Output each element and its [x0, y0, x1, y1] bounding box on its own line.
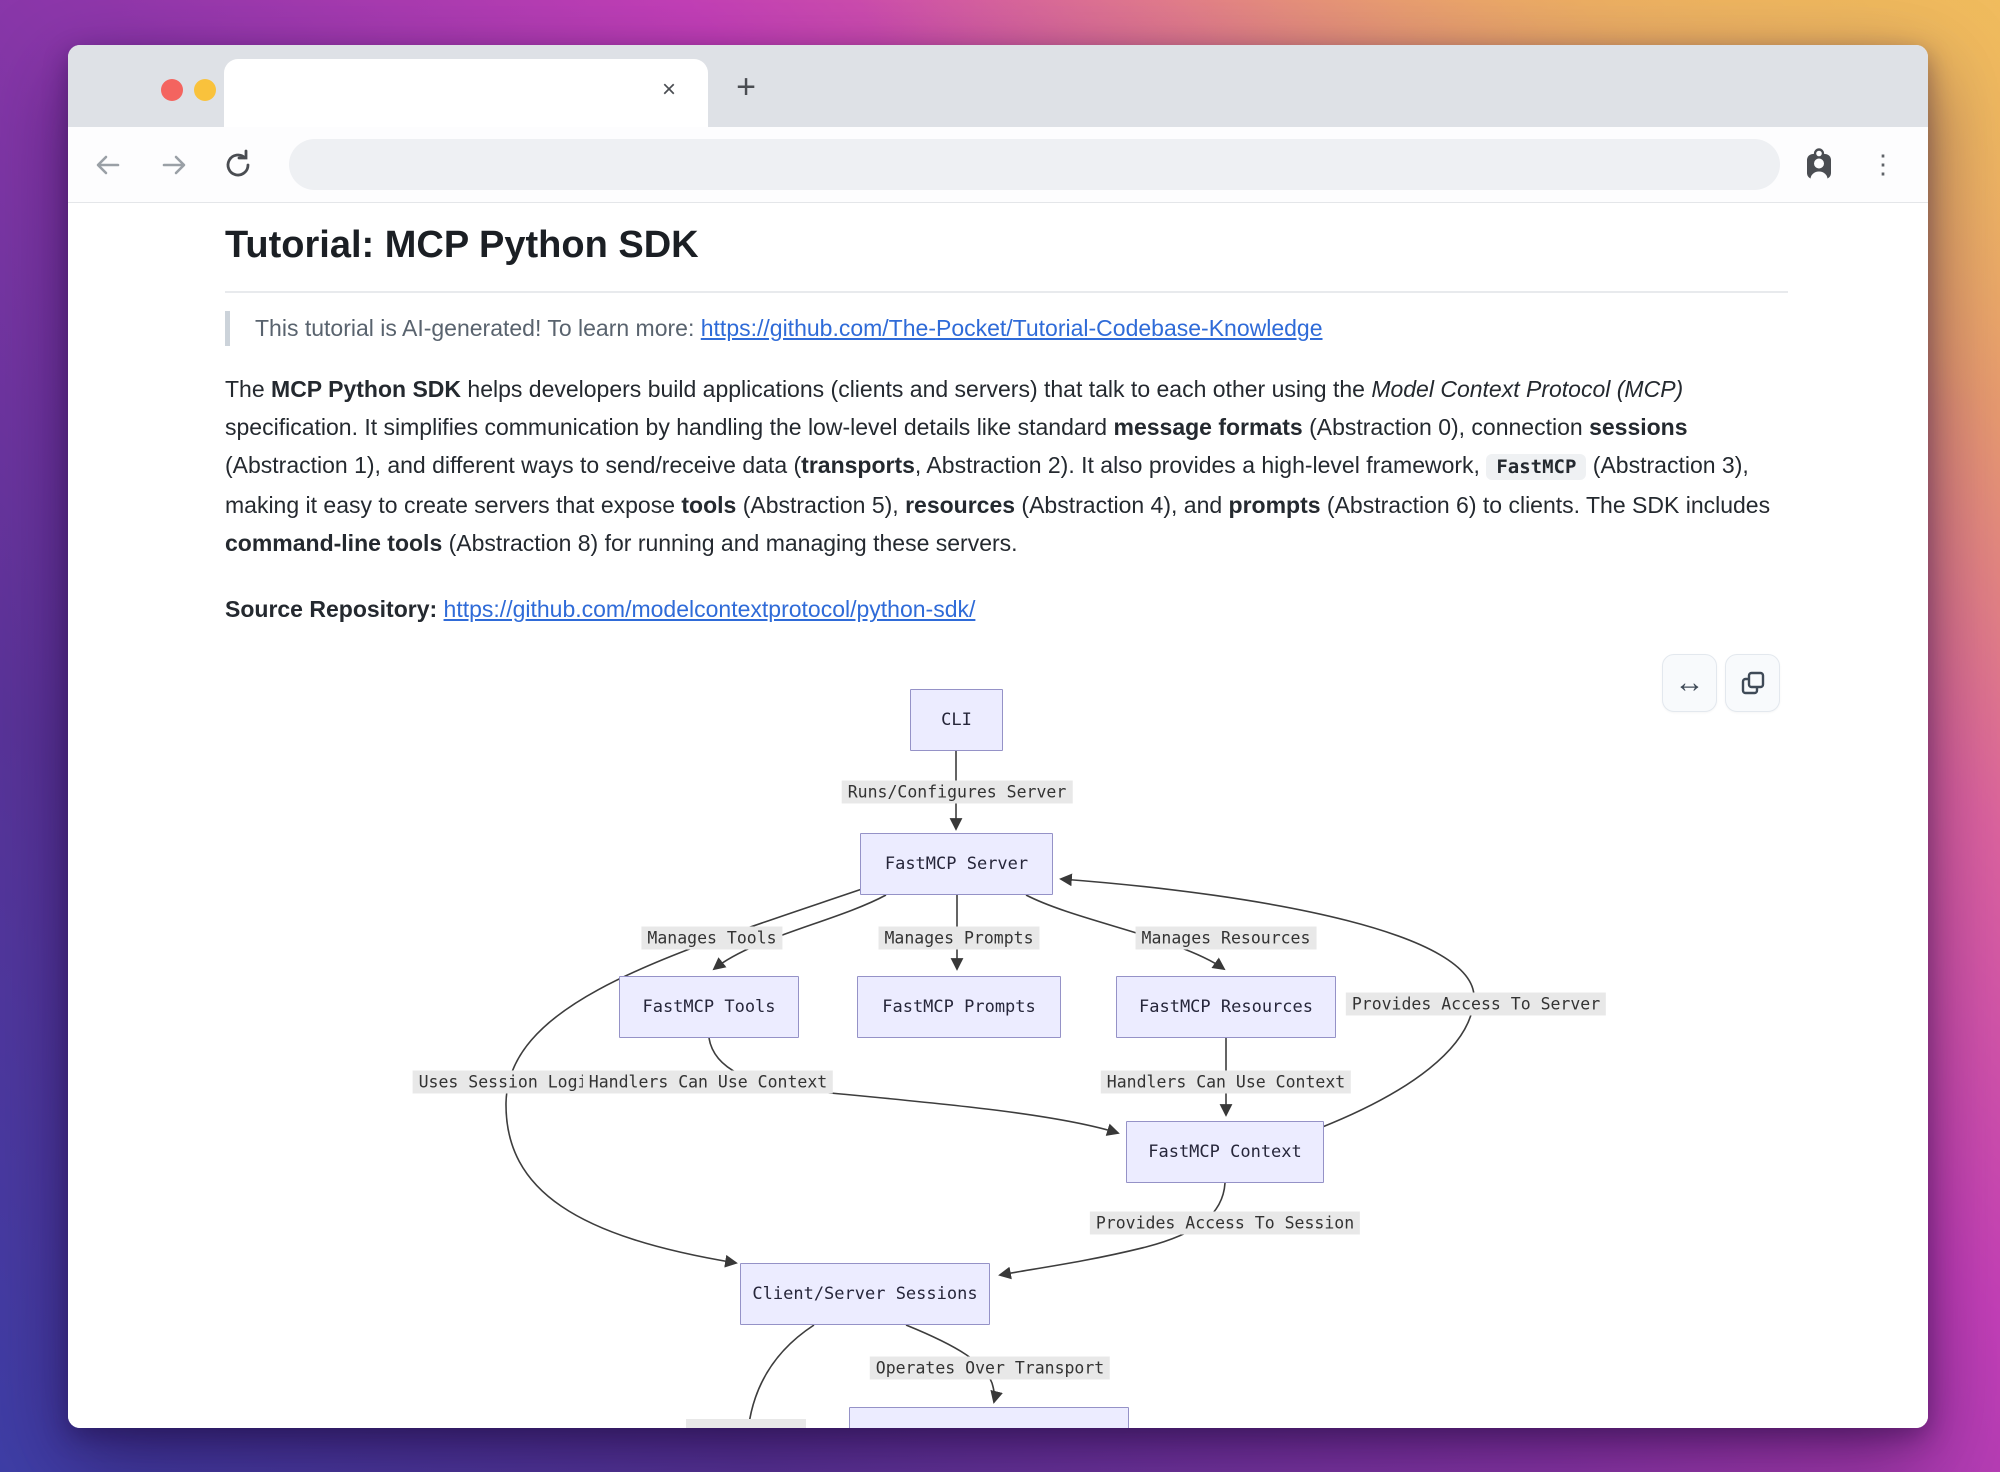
edge-sessions-left-down	[748, 1325, 814, 1428]
diagram-node-fastmcp-prompts: FastMCP Prompts	[857, 976, 1061, 1038]
edge-tools-context	[709, 1038, 1118, 1133]
intro-paragraph: The MCP Python SDK helps developers buil…	[225, 370, 1788, 562]
page-title: Tutorial: MCP Python SDK	[225, 221, 1788, 269]
reload-icon	[222, 149, 254, 181]
edge-label-handlers-can-use-context-left: Handlers Can Use Context	[583, 1071, 833, 1094]
diagram-node-fastmcp-context: FastMCP Context	[1126, 1121, 1324, 1183]
profile-badge-icon	[1802, 148, 1836, 182]
tutorial-codebase-link[interactable]: https://github.com/The-Pocket/Tutorial-C…	[701, 315, 1323, 341]
node-label: FastMCP Context	[1148, 1142, 1302, 1162]
back-button[interactable]	[90, 147, 126, 183]
back-arrow-icon	[93, 150, 123, 180]
notice-text: This tutorial is AI-generated! To learn …	[255, 315, 701, 341]
tab-strip: × +	[68, 45, 1928, 127]
edge-context-sessions	[1000, 1183, 1225, 1275]
new-tab-button[interactable]: +	[731, 73, 761, 103]
source-repository-line: Source Repository: https://github.com/mo…	[225, 596, 1788, 623]
diagram-copy-button[interactable]	[1725, 654, 1780, 712]
divider	[225, 291, 1788, 293]
page-content: Tutorial: MCP Python SDK This tutorial i…	[68, 203, 1928, 1428]
profile-button[interactable]	[1801, 147, 1837, 183]
edge-sessions-transport	[906, 1325, 995, 1402]
url-bar[interactable]	[289, 139, 1780, 190]
diagram-node-fastmcp-resources: FastMCP Resources	[1116, 976, 1336, 1038]
source-repository-link[interactable]: https://github.com/modelcontextprotocol/…	[444, 596, 976, 622]
edge-server-sessions	[506, 889, 862, 1263]
node-label: CLI	[941, 710, 972, 730]
window-close-button[interactable]	[161, 79, 183, 101]
node-label: FastMCP Resources	[1139, 997, 1313, 1017]
forward-button[interactable]	[156, 147, 192, 183]
diagram-node-fastmcp-tools: FastMCP Tools	[619, 976, 799, 1038]
diagram-node-transport-partial	[849, 1407, 1129, 1428]
edge-server-resources	[1026, 895, 1224, 969]
edge-label-provides-access-to-server: Provides Access To Server	[1346, 993, 1606, 1016]
node-label: FastMCP Tools	[642, 997, 775, 1017]
edge-context-server	[1061, 879, 1474, 1128]
tab-close-icon[interactable]: ×	[655, 76, 683, 104]
edge-label-handlers-can-use-context-right: Handlers Can Use Context	[1101, 1071, 1351, 1094]
menu-button[interactable]: ⋮	[1865, 147, 1901, 183]
edge-label-stub	[686, 1419, 806, 1428]
ai-generated-notice: This tutorial is AI-generated! To learn …	[225, 311, 1788, 346]
edge-label-provides-access-to-session: Provides Access To Session	[1090, 1212, 1360, 1235]
edge-label-runs-configures-server: Runs/Configures Server	[842, 781, 1073, 804]
edge-label-operates-over-transport: Operates Over Transport	[870, 1357, 1110, 1380]
diagram-node-client-server-sessions: Client/Server Sessions	[740, 1263, 990, 1325]
edge-label-manages-prompts: Manages Prompts	[878, 927, 1039, 950]
forward-arrow-icon	[159, 150, 189, 180]
node-label: FastMCP Prompts	[882, 997, 1036, 1017]
node-label: Client/Server Sessions	[752, 1284, 977, 1304]
edge-label-manages-tools: Manages Tools	[641, 927, 782, 950]
pan-horizontal-icon: ↔	[1675, 666, 1705, 700]
edge-label-uses-session-logic: Uses Session Logic	[413, 1071, 604, 1094]
edge-label-manages-resources: Manages Resources	[1136, 927, 1317, 950]
reload-button[interactable]	[220, 147, 256, 183]
window-minimize-button[interactable]	[194, 79, 216, 101]
diagram-node-fastmcp-server: FastMCP Server	[860, 833, 1053, 895]
browser-toolbar: ⋮	[68, 127, 1928, 203]
diagram-node-cli: CLI	[910, 689, 1003, 751]
diagram-expand-button[interactable]: ↔	[1662, 654, 1717, 712]
source-repository-label: Source Repository:	[225, 596, 444, 622]
edge-server-tools	[714, 895, 886, 969]
node-label: FastMCP Server	[885, 854, 1028, 874]
browser-window: × + ⋮ Tutorial: MCP Python SDK	[68, 45, 1928, 1428]
browser-tab[interactable]: ×	[224, 59, 708, 127]
copy-icon	[1740, 670, 1766, 696]
